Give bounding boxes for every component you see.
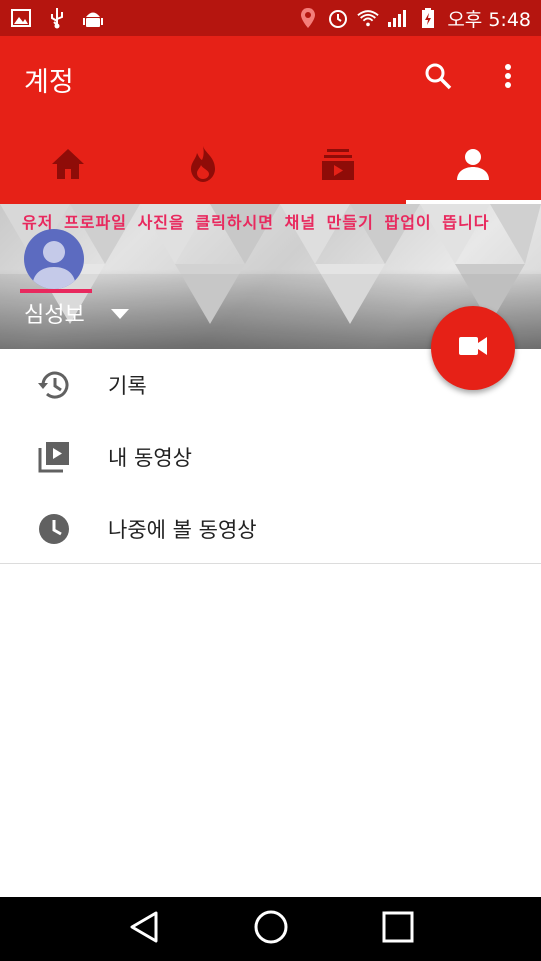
more-vert-icon[interactable] — [496, 60, 520, 92]
signal-icon — [387, 7, 409, 29]
history-icon — [36, 367, 72, 403]
system-nav-bar — [0, 897, 541, 961]
back-button[interactable] — [124, 909, 164, 949]
status-bar: 오후 5:48 — [0, 0, 541, 36]
menu-item-label: 나중에 볼 동영상 — [108, 518, 257, 542]
tab-subscriptions[interactable] — [271, 128, 406, 204]
tab-trending[interactable] — [135, 128, 270, 204]
watch-later-icon — [36, 511, 72, 547]
menu-item-history[interactable]: 기록 — [0, 349, 541, 421]
recents-icon — [382, 911, 414, 947]
back-icon — [129, 911, 159, 947]
home-icon — [50, 147, 86, 185]
menu-item-watch-later[interactable]: 나중에 볼 동영상 — [0, 493, 541, 565]
menu-item-label: 내 동영상 — [108, 446, 192, 470]
search-icon[interactable] — [422, 60, 454, 92]
clock-time: 오후 5:48 — [447, 8, 531, 31]
tab-home[interactable] — [0, 128, 135, 204]
home-button[interactable] — [251, 909, 291, 949]
page-title: 계정 — [24, 67, 74, 98]
android-icon — [82, 7, 104, 29]
user-name[interactable]: 심성보 — [24, 297, 85, 329]
tab-account[interactable] — [405, 128, 541, 204]
usb-icon — [46, 7, 68, 29]
wifi-icon — [357, 7, 379, 29]
my-videos-icon — [36, 439, 72, 475]
flame-icon — [187, 145, 219, 187]
divider — [0, 563, 541, 564]
tab-bar — [0, 128, 541, 204]
home-circle-icon — [254, 910, 288, 948]
app-bar: 계정 — [0, 36, 541, 204]
alarm-icon — [327, 7, 349, 29]
battery-icon — [417, 7, 439, 29]
menu-item-my-videos[interactable]: 내 동영상 — [0, 421, 541, 493]
avatar[interactable] — [24, 229, 84, 289]
subscriptions-icon — [321, 147, 355, 185]
chevron-down-icon[interactable] — [110, 306, 130, 320]
recents-button[interactable] — [378, 909, 418, 949]
annotation-text: 유저 프로파일 사진을 클릭하시면 채널 만들기 팝업이 뜹니다 — [22, 213, 490, 232]
avatar-highlight — [20, 289, 92, 293]
account-icon — [456, 147, 490, 185]
account-menu: 기록 내 동영상 나중에 볼 동영상 — [0, 349, 541, 565]
menu-item-label: 기록 — [108, 374, 147, 398]
gallery-icon — [10, 7, 32, 29]
location-icon — [297, 7, 319, 29]
